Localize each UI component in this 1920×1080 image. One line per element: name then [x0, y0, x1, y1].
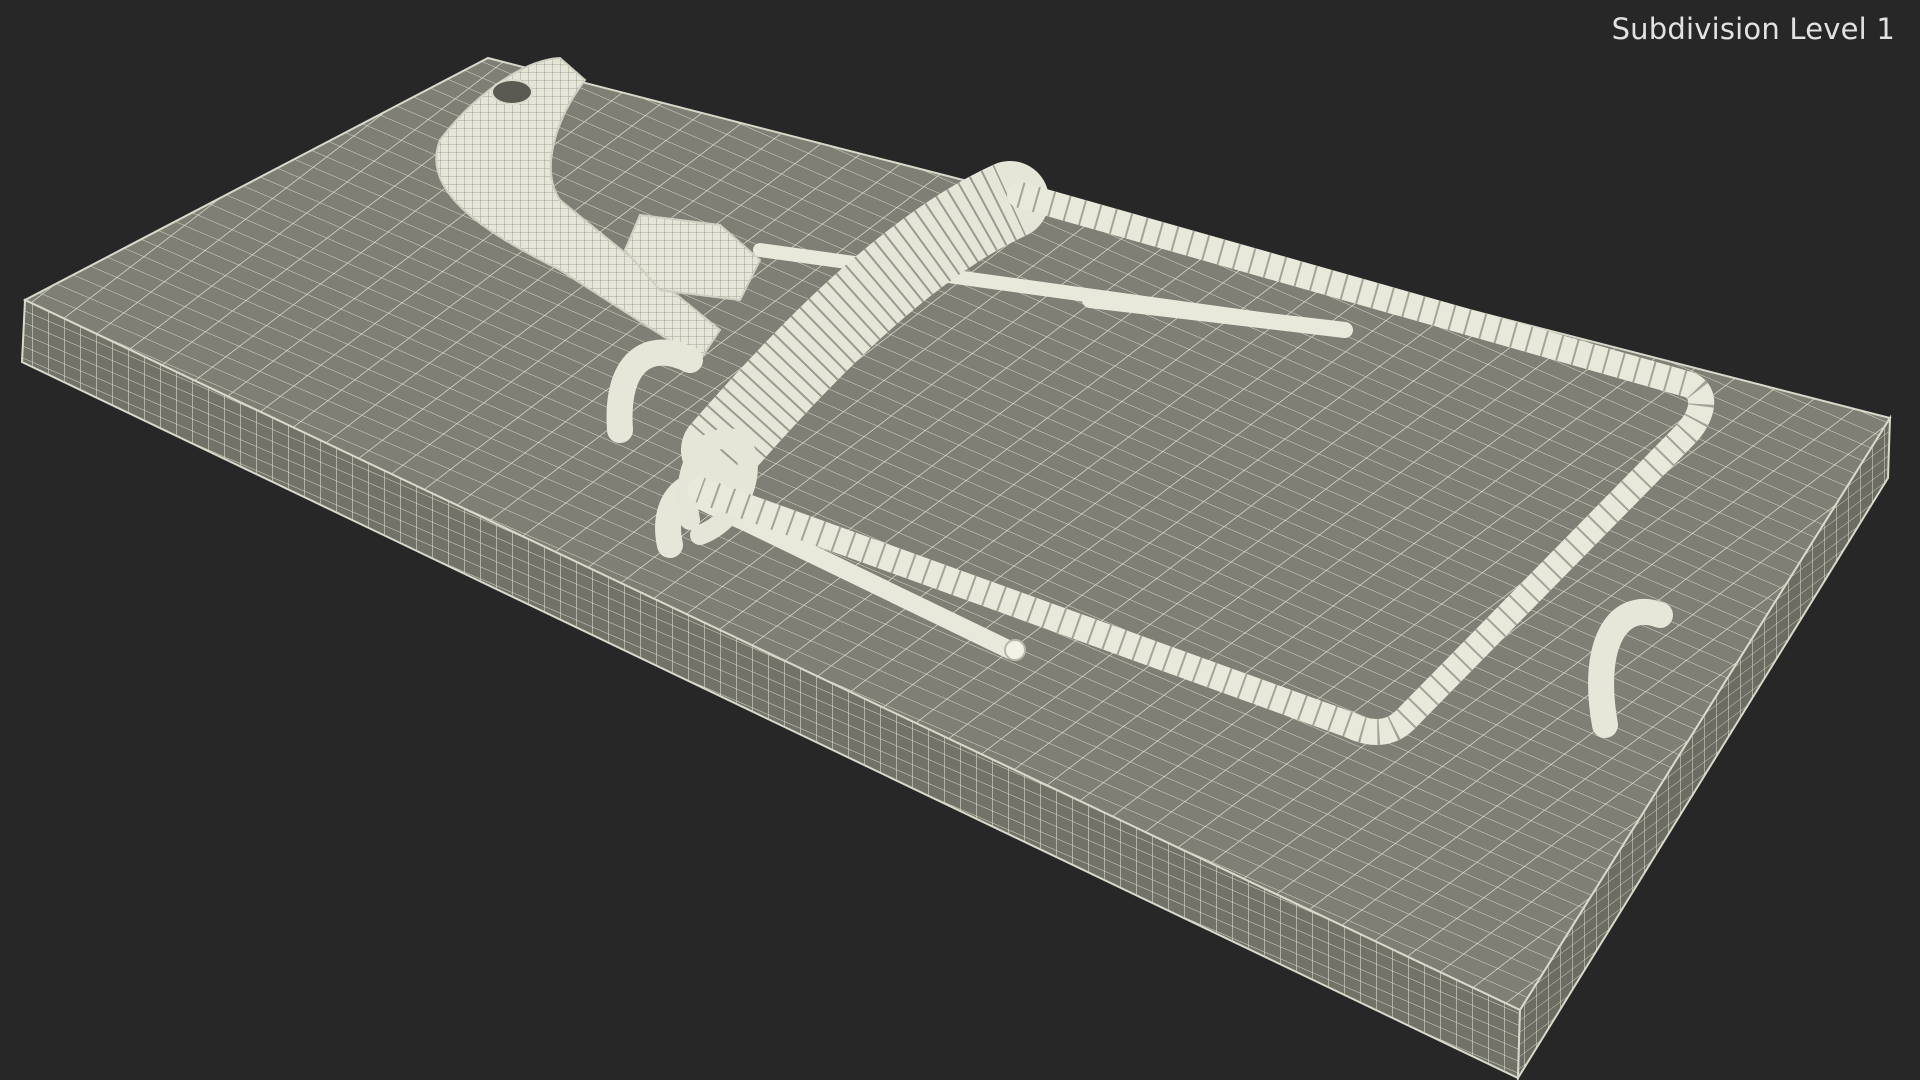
render-viewport: Subdivision Level 1	[0, 0, 1920, 1080]
pedal-hole	[491, 79, 533, 105]
subdivision-level-label: Subdivision Level 1	[1611, 12, 1895, 46]
wire-end-cap	[1004, 639, 1026, 661]
mousetrap-wireframe-render	[20, 56, 1892, 1080]
